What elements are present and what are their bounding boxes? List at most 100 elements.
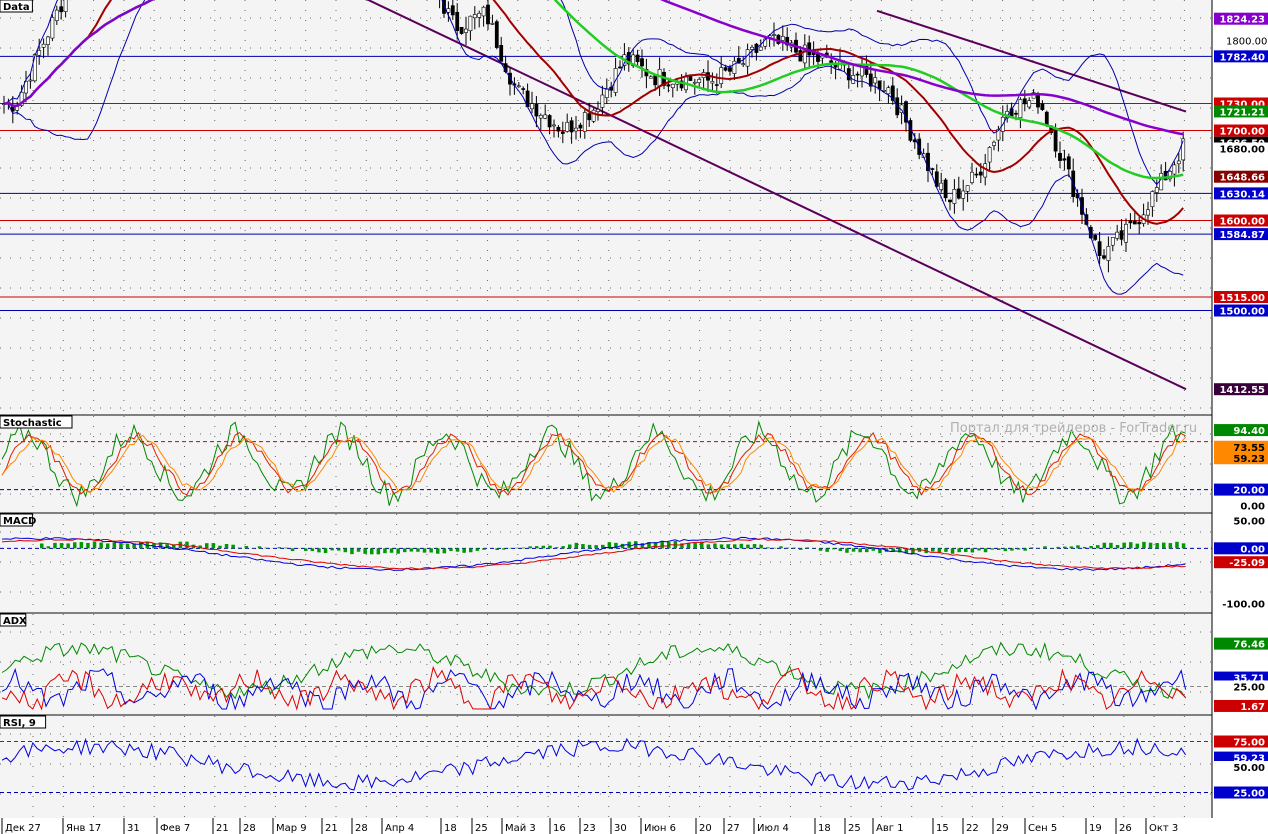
price-tag-label: 1500.00	[1219, 307, 1265, 318]
macd-histogram-bar	[370, 548, 374, 555]
macd-histogram-bar	[554, 547, 559, 549]
candle	[961, 190, 966, 199]
macd-histogram-bar	[436, 548, 440, 554]
chart-canvas[interactable]: 1824.231782.401730.001721.211700.001686.…	[0, 0, 1268, 834]
candle	[464, 28, 468, 33]
macd-histogram-bar	[858, 548, 862, 553]
candle	[1176, 160, 1181, 165]
price-tag-label: -100.00	[1222, 600, 1265, 611]
macd-histogram-bar	[422, 548, 427, 553]
x-tick-label: 21	[216, 823, 229, 834]
candle	[538, 114, 543, 119]
price-tag-label: 1700.00	[1219, 127, 1265, 138]
macd-histogram-bar	[970, 548, 975, 553]
candle	[1040, 103, 1045, 110]
macd-histogram-bar	[211, 543, 216, 549]
candle	[1044, 111, 1049, 125]
x-tick-label: 25	[848, 823, 861, 834]
price-tag-label: 50.00	[1233, 517, 1265, 528]
macd-histogram-bar	[205, 543, 209, 549]
macd-histogram-bar	[528, 546, 532, 549]
candle	[710, 81, 715, 84]
macd-histogram-bar	[548, 545, 552, 549]
price-tag-label: 59.23	[1233, 454, 1265, 465]
candle	[1124, 223, 1128, 243]
panel-bg-rsi	[0, 716, 1212, 818]
macd-histogram-bar	[462, 548, 466, 553]
panel-title: MACD	[3, 516, 36, 527]
macd-histogram-bar	[1181, 543, 1186, 549]
macd-histogram-bar	[1135, 543, 1140, 549]
macd-histogram-bar	[726, 544, 730, 549]
macd-histogram-bar	[1122, 542, 1126, 549]
macd-histogram-bar	[838, 548, 843, 551]
panel-title: Stochastic	[3, 418, 62, 429]
candle	[1146, 209, 1150, 216]
macd-histogram-bar	[561, 546, 565, 549]
x-tick-label: Авг 1	[876, 823, 904, 834]
x-tick-label: 28	[243, 823, 256, 834]
candle	[459, 26, 464, 34]
candle	[1018, 99, 1023, 119]
candle	[745, 49, 750, 67]
candle	[560, 131, 565, 134]
candle	[1110, 237, 1115, 246]
macd-histogram-bar	[1089, 546, 1093, 549]
candle	[939, 182, 944, 190]
macd-histogram-bar	[1148, 542, 1153, 549]
candle	[855, 73, 860, 76]
macd-histogram-bar	[1175, 541, 1179, 549]
macd-histogram-bar	[825, 548, 829, 552]
candle	[948, 199, 952, 203]
macd-histogram-bar	[719, 544, 724, 549]
candle	[1014, 112, 1018, 115]
macd-histogram-bar	[224, 543, 229, 549]
macd-histogram-bar	[977, 548, 981, 551]
candle	[499, 45, 504, 62]
x-tick-label: Май 3	[505, 823, 536, 834]
x-tick-label: Окт 3	[1149, 823, 1178, 834]
macd-histogram-bar	[686, 543, 691, 549]
candle	[820, 55, 825, 59]
macd-histogram-bar	[535, 546, 539, 549]
macd-histogram-bar	[482, 548, 486, 550]
candle	[54, 9, 59, 21]
macd-histogram-bar	[502, 548, 506, 550]
price-tag-label: 0.00	[1240, 502, 1265, 513]
candle	[63, 0, 68, 12]
x-tick-label: 26	[1119, 823, 1132, 834]
macd-histogram-bar	[997, 548, 1001, 550]
macd-histogram-bar	[304, 548, 308, 551]
macd-histogram-bar	[1063, 546, 1067, 549]
candle	[547, 115, 552, 128]
macd-histogram-bar	[733, 544, 737, 549]
x-tick-label: 25	[475, 823, 488, 834]
macd-histogram-bar	[53, 542, 57, 549]
candle	[1150, 191, 1155, 208]
macd-histogram-bar	[284, 547, 288, 549]
panel-title: RSI, 9	[3, 718, 36, 729]
candle	[50, 17, 55, 39]
candle	[618, 66, 622, 69]
macd-histogram-bar	[1030, 547, 1034, 549]
price-tag-label: 25.00	[1233, 683, 1265, 694]
macd-histogram-bar	[1076, 545, 1080, 549]
candle	[670, 83, 675, 89]
candle	[943, 179, 948, 199]
macd-histogram-bar	[865, 548, 869, 553]
macd-histogram-bar	[264, 547, 268, 549]
candle	[886, 87, 891, 95]
macd-histogram-bar	[1115, 544, 1120, 549]
price-tag-label: 73.55	[1233, 443, 1265, 454]
candle	[1154, 187, 1159, 193]
candle	[582, 112, 587, 132]
macd-histogram-bar	[469, 548, 473, 553]
macd-histogram-bar	[911, 548, 915, 554]
macd-histogram-bar	[1155, 543, 1159, 549]
macd-histogram-bar	[1016, 548, 1021, 550]
candle	[1159, 173, 1164, 191]
candle	[521, 88, 526, 90]
x-tick-label: Сен 5	[1028, 823, 1057, 834]
candle	[956, 188, 961, 199]
candle	[41, 43, 46, 48]
